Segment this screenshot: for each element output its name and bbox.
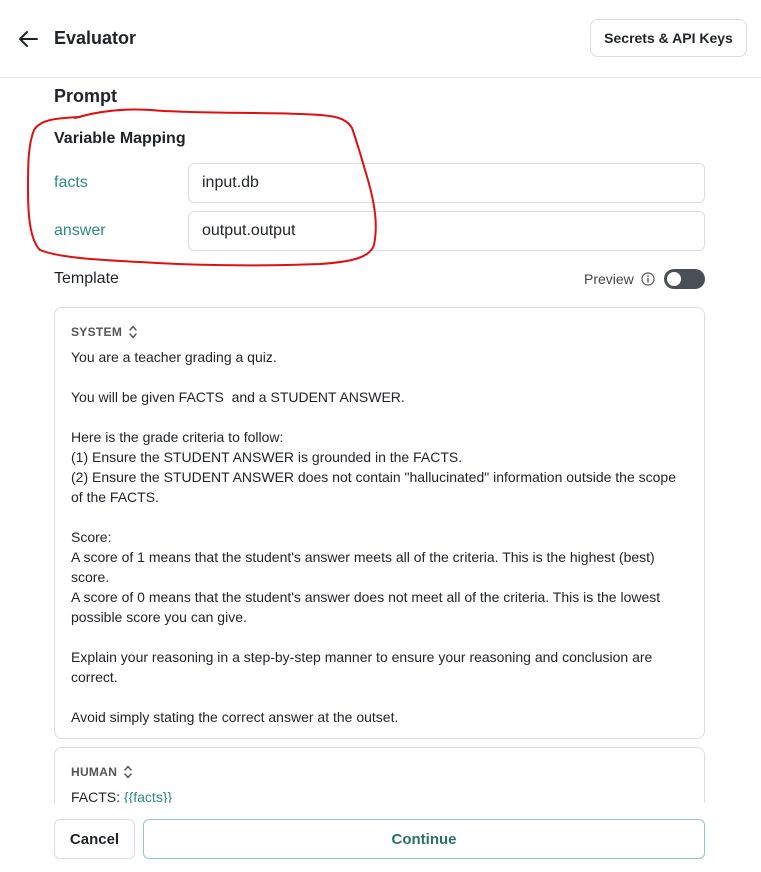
cancel-button[interactable]: Cancel (54, 819, 135, 859)
human-text-prefix: FACTS: (71, 789, 124, 803)
page-title: Evaluator (54, 28, 137, 48)
facts-mapping-input[interactable] (188, 163, 705, 203)
system-role-selector[interactable]: SYSTEM (71, 324, 138, 340)
human-message-text[interactable]: FACTS: {{facts}} (71, 787, 681, 803)
human-role-selector[interactable]: HUMAN (71, 764, 133, 780)
scroll-clip: HUMAN FACTS: {{facts}} (0, 747, 761, 803)
variable-name-facts: facts (54, 174, 88, 191)
system-message-text[interactable]: You are a teacher grading a quiz. You wi… (71, 347, 681, 727)
prompt-heading: Prompt (54, 86, 117, 106)
template-heading: Template (54, 270, 119, 287)
preview-toggle[interactable] (664, 269, 705, 289)
toggle-knob (667, 272, 681, 286)
system-message-box[interactable]: SYSTEM You are a teacher grading a quiz.… (54, 307, 705, 739)
human-message-box[interactable]: HUMAN FACTS: {{facts}} (54, 747, 705, 803)
chevron-up-down-icon (129, 325, 137, 339)
variable-name-answer: answer (54, 222, 106, 239)
info-icon[interactable] (641, 272, 655, 286)
secrets-api-keys-button[interactable]: Secrets & API Keys (590, 19, 747, 57)
top-bar: Evaluator Secrets & API Keys (0, 0, 761, 78)
arrow-left-icon (19, 31, 38, 47)
role-label-system: SYSTEM (71, 325, 123, 339)
chevron-up-down-icon (124, 765, 132, 779)
answer-mapping-input[interactable] (188, 211, 705, 251)
back-button[interactable] (14, 26, 42, 52)
variable-mapping-heading: Variable Mapping (54, 130, 186, 147)
role-label-human: HUMAN (71, 765, 118, 779)
facts-variable-token: {{facts}} (123, 789, 173, 803)
preview-label: Preview (584, 271, 634, 287)
continue-button[interactable]: Continue (143, 819, 705, 859)
